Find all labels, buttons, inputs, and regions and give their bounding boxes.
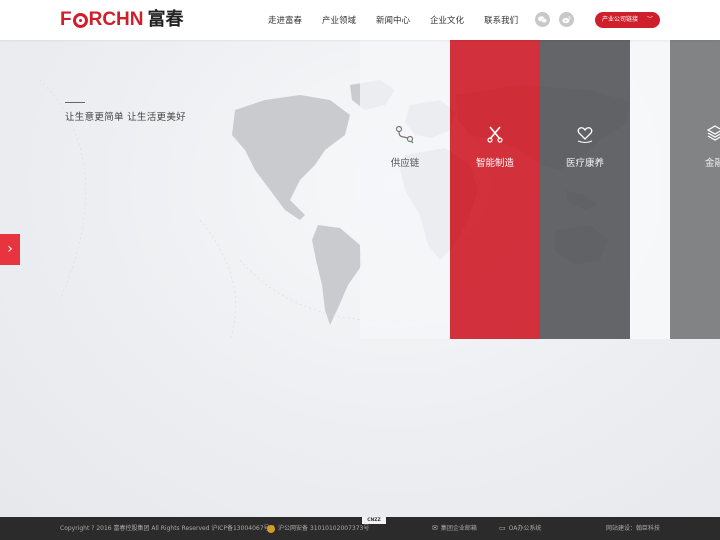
nav-item-about[interactable]: 走进富春 bbox=[268, 14, 302, 26]
layers-stack-icon bbox=[670, 124, 720, 144]
main-nav: 走进富春 产业领域 新闻中心 企业文化 联系我们 bbox=[268, 0, 538, 40]
sector-label: 医疗康养 bbox=[565, 158, 604, 169]
site-builder-credit[interactable]: 网站建设：翰臣科技 bbox=[606, 517, 660, 540]
supply-chain-route-icon bbox=[360, 124, 450, 144]
nav-item-contact[interactable]: 联系我们 bbox=[484, 14, 518, 26]
cnzz-stats-badge[interactable]: CNZZ bbox=[362, 517, 386, 524]
sector-panel-manufacturing[interactable]: 智能制造 bbox=[450, 40, 540, 339]
carousel-next-button[interactable]: › bbox=[0, 234, 20, 265]
oa-system-label: OA办公系统 bbox=[508, 525, 542, 532]
chevron-down-icon: ﹀ bbox=[646, 16, 653, 23]
sector-label: 供应链 bbox=[390, 158, 420, 169]
wechat-icon[interactable] bbox=[535, 12, 550, 27]
tools-cross-icon bbox=[450, 124, 540, 144]
logo-text-en: F RCHN bbox=[60, 9, 144, 30]
site-header: F RCHN 富春 走进富春 产业领域 新闻中心 企业文化 联系我们 产业公司链接… bbox=[0, 0, 720, 40]
nav-item-industries[interactable]: 产业领域 bbox=[322, 14, 356, 26]
police-badge-icon bbox=[267, 524, 275, 533]
hero-banner: 让生意更简单 让生活更美好 › 供应链 智能制造 医疗康养 金融 bbox=[0, 40, 720, 517]
sector-label: 金融 bbox=[705, 158, 720, 169]
mail-icon: ✉ bbox=[432, 524, 438, 532]
oa-system-link[interactable]: ▭ OA办公系统 bbox=[499, 517, 541, 540]
nav-item-culture[interactable]: 企业文化 bbox=[430, 14, 464, 26]
site-footer: Copyright ? 2016 富春控股集团 All Rights Reser… bbox=[0, 517, 720, 540]
police-record-text: 沪公网安备 31010102007373号 bbox=[278, 525, 370, 532]
industry-link-label: 产业公司链接 bbox=[602, 16, 639, 23]
corporate-mail-label: 集团企业邮箱 bbox=[440, 525, 477, 532]
tagline-divider bbox=[65, 102, 85, 103]
industry-companies-dropdown[interactable]: 产业公司链接 ﹀ bbox=[595, 12, 660, 28]
hero-tagline: 让生意更简单 让生活更美好 bbox=[65, 112, 186, 123]
logo[interactable]: F RCHN 富春 bbox=[60, 9, 184, 31]
copyright-text: Copyright ? 2016 富春控股集团 All Rights Reser… bbox=[60, 525, 276, 532]
chat-icon: ▭ bbox=[499, 524, 506, 532]
chevron-right-icon: › bbox=[7, 241, 13, 257]
corporate-mail-link[interactable]: ✉ 集团企业邮箱 bbox=[432, 517, 477, 540]
sector-panel-finance[interactable]: 金融 bbox=[670, 40, 720, 339]
police-record-link[interactable]: 沪公网安备 31010102007373号 bbox=[267, 517, 369, 540]
panel-spacer bbox=[630, 40, 670, 339]
weibo-icon[interactable] bbox=[559, 12, 574, 27]
nav-item-news[interactable]: 新闻中心 bbox=[376, 14, 410, 26]
logo-text-cn: 富春 bbox=[147, 9, 184, 30]
sector-panel-supply-chain[interactable]: 供应链 bbox=[360, 40, 450, 339]
sector-panel-healthcare[interactable]: 医疗康养 bbox=[540, 40, 630, 339]
sector-label: 智能制造 bbox=[475, 158, 514, 169]
heart-hands-icon bbox=[540, 124, 630, 144]
